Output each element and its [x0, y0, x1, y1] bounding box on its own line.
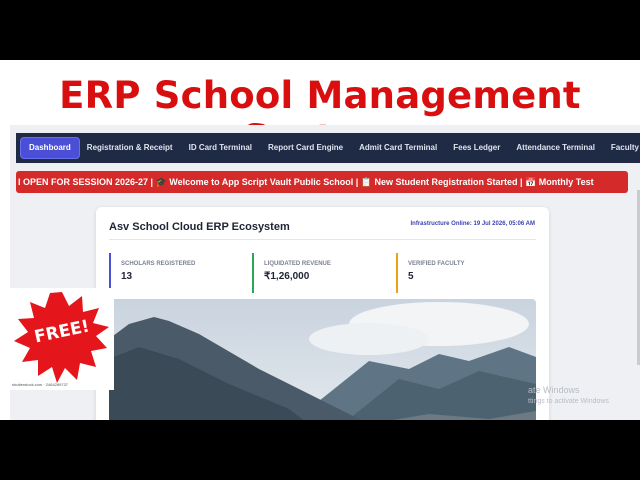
- watermark-line: ttings to activate Windows: [528, 398, 609, 405]
- nav-item-registration[interactable]: Registration & Receipt: [79, 138, 181, 158]
- stock-id-text: shutterstock.com · 2464289737: [12, 382, 69, 387]
- infrastructure-status: Infrastructure Online: 19 Jul 2026, 05:0…: [410, 221, 536, 227]
- stat-label: LIQUIDATED REVENUE: [264, 261, 331, 267]
- free-badge: FREE!: [10, 288, 114, 390]
- stat-scholars: SCHOLARS REGISTERED 13: [109, 253, 237, 293]
- stat-label: SCHOLARS REGISTERED: [121, 261, 196, 267]
- stat-revenue: LIQUIDATED REVENUE ₹1,26,000: [252, 253, 380, 293]
- nav-item-faculty[interactable]: Faculty Ma: [603, 138, 640, 158]
- nav-item-fees-ledger[interactable]: Fees Ledger: [445, 138, 508, 158]
- windows-activation-watermark: ate Windows ttings to activate Windows: [528, 385, 609, 407]
- nav-item-dashboard[interactable]: Dashboard: [21, 138, 79, 158]
- stat-value: ₹1,26,000: [264, 271, 310, 282]
- stat-value: 5: [408, 271, 414, 282]
- divider: [109, 239, 536, 240]
- nav-item-admit-card[interactable]: Admit Card Terminal: [351, 138, 445, 158]
- dashboard-title: Asv School Cloud ERP Ecosystem: [109, 221, 290, 233]
- video-frame: ERP School Management System Dashboard R…: [0, 60, 640, 420]
- watermark-line: ate Windows: [528, 385, 580, 395]
- announcement-ticker: I OPEN FOR SESSION 2026-27 | 🎓 Welcome t…: [16, 171, 628, 193]
- stat-faculty: VERIFIED FACULTY 5: [396, 253, 524, 293]
- nav-item-report-card[interactable]: Report Card Engine: [260, 138, 351, 158]
- mountain-banner-image: [109, 299, 536, 420]
- stat-value: 13: [121, 271, 133, 282]
- mountain-illustration: [109, 299, 536, 420]
- nav-item-attendance[interactable]: Attendance Terminal: [508, 138, 603, 158]
- nav-item-id-card[interactable]: ID Card Terminal: [181, 138, 260, 158]
- top-navbar: Dashboard Registration & Receipt ID Card…: [16, 133, 640, 163]
- stat-label: VERIFIED FACULTY: [408, 261, 465, 267]
- dashboard-card: Asv School Cloud ERP Ecosystem Infrastru…: [96, 207, 549, 420]
